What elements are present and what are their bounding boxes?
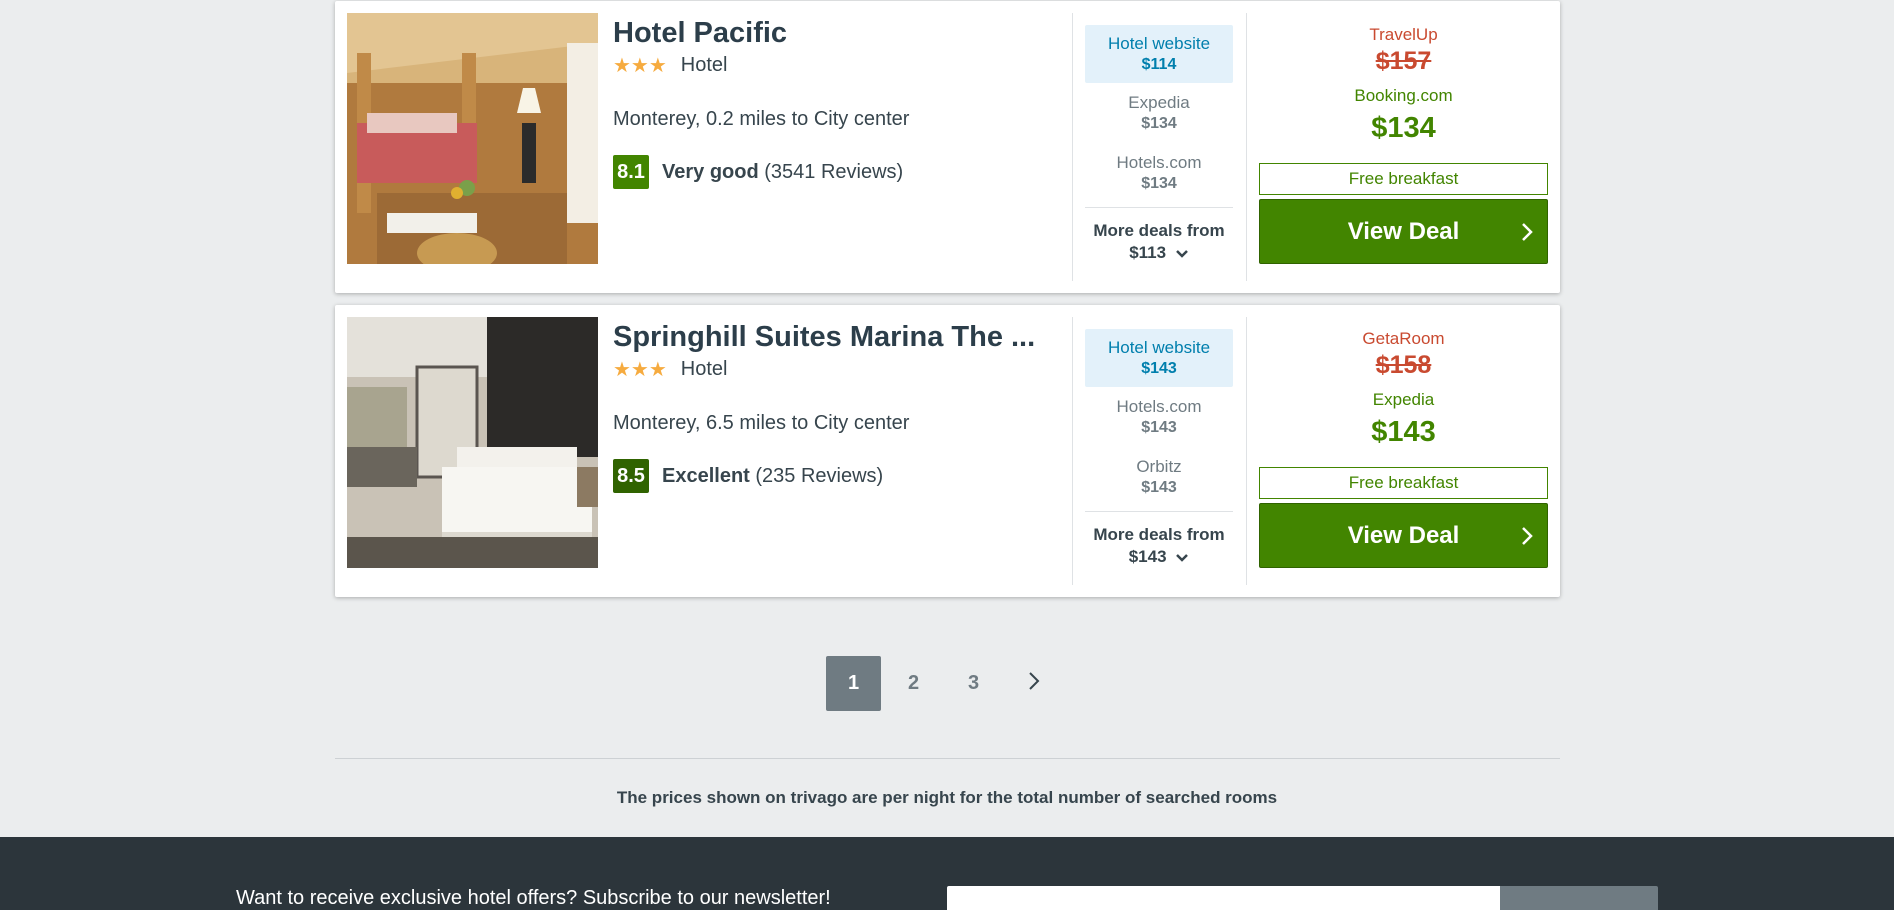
newsletter-subscribe-button[interactable]	[1500, 886, 1658, 910]
best-deal-price: $134	[1371, 112, 1436, 144]
deal-provider: Orbitz	[1136, 457, 1182, 476]
rating-summary: Very good (3541 Reviews)	[662, 161, 903, 184]
chevron-right-icon	[1521, 221, 1533, 249]
deal-hotel-website[interactable]: Hotel website $114	[1085, 25, 1233, 83]
chevron-right-icon	[1521, 525, 1533, 553]
strikethrough-provider: TravelUp	[1369, 25, 1438, 44]
divider	[1246, 13, 1247, 281]
more-deals-price-row: $143	[1085, 546, 1233, 569]
divider	[1072, 317, 1073, 585]
rating-badge: 8.1	[613, 155, 649, 189]
chevron-down-icon	[1175, 243, 1189, 265]
deal-price: $134	[1141, 175, 1177, 192]
deal-provider: Hotels.com	[1116, 153, 1202, 172]
hotel-location[interactable]: Monterey, 6.5 miles to City center	[613, 412, 1053, 435]
pagination: 1 2 3	[826, 656, 1061, 711]
deal-provider: Expedia	[1128, 93, 1190, 112]
deals-list: Hotel website $143 Hotels.com $143 Orbit…	[1085, 329, 1233, 569]
hotel-class: ★★★ Hotel	[613, 357, 1053, 382]
review-count: (235 Reviews)	[755, 464, 884, 487]
deal-item[interactable]: Orbitz $143	[1085, 457, 1233, 507]
best-offer: GetaRoom $158 Expedia $143 Free breakfas…	[1259, 329, 1548, 568]
hotel-card: Springhill Suites Marina The ... ★★★ Hot…	[335, 305, 1560, 597]
hotel-type: Hotel	[680, 54, 728, 76]
deals-list: Hotel website $114 Expedia $134 Hotels.c…	[1085, 25, 1233, 265]
hotel-info: Springhill Suites Marina The ... ★★★ Hot…	[613, 319, 1053, 493]
deal-price: $143	[1141, 360, 1177, 377]
rating-word: Very good	[662, 160, 759, 183]
newsletter-prompt: Want to receive exclusive hotel offers? …	[236, 887, 831, 909]
hotel-info: Hotel Pacific ★★★ Hotel Monterey, 0.2 mi…	[613, 15, 1053, 189]
rating-row[interactable]: 8.1 Very good (3541 Reviews)	[613, 155, 1053, 189]
deal-price: $143	[1141, 419, 1177, 436]
view-deal-label: View Deal	[1347, 521, 1460, 549]
deal-hotel-website[interactable]: Hotel website $143	[1085, 329, 1233, 387]
hotel-name[interactable]: Springhill Suites Marina The ...	[613, 319, 1053, 355]
rating-summary: Excellent (235 Reviews)	[662, 465, 883, 488]
view-deal-button[interactable]: View Deal	[1259, 199, 1548, 264]
star-rating-icon: ★★★	[613, 55, 667, 77]
deal-item[interactable]: Hotels.com $143	[1085, 397, 1233, 447]
best-deal-provider: Expedia	[1372, 390, 1435, 409]
chevron-right-icon	[1028, 671, 1040, 696]
review-count: (3541 Reviews)	[764, 160, 904, 183]
more-deals-price: $113	[1129, 243, 1167, 262]
divider	[1072, 13, 1073, 281]
strikethrough-price: $158	[1375, 351, 1432, 379]
deal-provider: Hotel website	[1107, 338, 1211, 357]
deal-item[interactable]: Hotels.com $134	[1085, 153, 1233, 203]
best-deal-provider: Booking.com	[1354, 86, 1453, 105]
hotel-name[interactable]: Hotel Pacific	[613, 15, 1053, 51]
more-deals-button[interactable]: More deals from $113	[1085, 220, 1233, 265]
newsletter-email-input[interactable]	[947, 886, 1500, 910]
strikethrough-provider: GetaRoom	[1362, 329, 1445, 348]
divider	[335, 758, 1560, 759]
hotel-class: ★★★ Hotel	[613, 53, 1053, 78]
footer: Want to receive exclusive hotel offers? …	[0, 837, 1894, 910]
free-breakfast-badge: Free breakfast	[1259, 467, 1548, 499]
view-deal-button[interactable]: View Deal	[1259, 503, 1548, 568]
deal-provider: Hotels.com	[1116, 397, 1202, 416]
deal-price: $134	[1141, 115, 1177, 132]
more-deals-button[interactable]: More deals from $143	[1085, 524, 1233, 569]
hotel-card: Hotel Pacific ★★★ Hotel Monterey, 0.2 mi…	[335, 1, 1560, 293]
hotel-location[interactable]: Monterey, 0.2 miles to City center	[613, 108, 1053, 131]
divider	[1085, 207, 1233, 208]
more-deals-label: More deals from	[1093, 525, 1225, 544]
deal-price: $114	[1141, 56, 1177, 73]
rating-row[interactable]: 8.5 Excellent (235 Reviews)	[613, 459, 1053, 493]
strikethrough-price: $157	[1375, 47, 1432, 75]
free-breakfast-badge: Free breakfast	[1259, 163, 1548, 195]
star-rating-icon: ★★★	[613, 359, 667, 381]
page-3-button[interactable]: 3	[946, 656, 1001, 711]
deal-provider: Hotel website	[1107, 34, 1211, 53]
hotel-photo[interactable]	[347, 13, 598, 264]
chevron-down-icon	[1175, 547, 1189, 569]
divider	[1085, 511, 1233, 512]
view-deal-label: View Deal	[1347, 217, 1460, 245]
more-deals-price: $143	[1128, 547, 1167, 566]
divider	[1246, 317, 1247, 585]
price-disclaimer: The prices shown on trivago are per nigh…	[616, 788, 1278, 807]
next-page-button[interactable]	[1006, 656, 1061, 711]
rating-badge: 8.5	[613, 459, 649, 493]
more-deals-price-row: $113	[1085, 242, 1233, 265]
deal-price: $143	[1141, 479, 1177, 496]
more-deals-label: More deals from	[1093, 221, 1225, 240]
page-1-button[interactable]: 1	[826, 656, 881, 711]
deal-item[interactable]: Expedia $134	[1085, 93, 1233, 143]
hotel-type: Hotel	[680, 358, 728, 380]
page-2-button[interactable]: 2	[886, 656, 941, 711]
rating-word: Excellent	[662, 464, 750, 487]
hotel-photo[interactable]	[347, 317, 598, 568]
best-deal-price: $143	[1371, 416, 1436, 448]
best-offer: TravelUp $157 Booking.com $134 Free brea…	[1259, 25, 1548, 264]
